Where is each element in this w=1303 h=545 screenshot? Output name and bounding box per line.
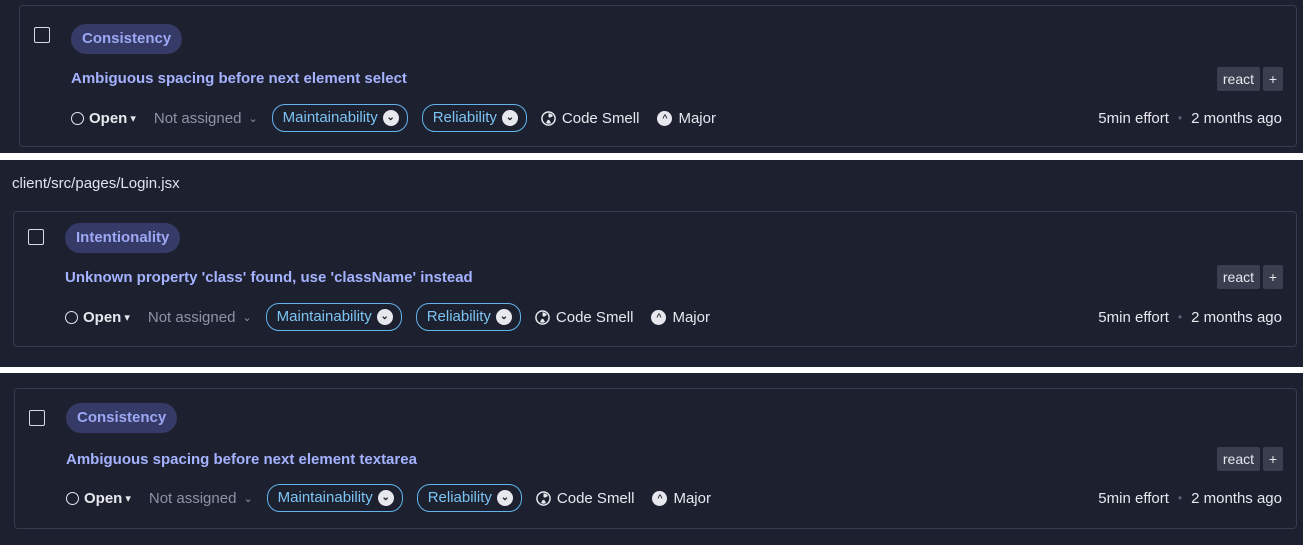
effort-label: 5min effort xyxy=(1098,489,1169,507)
quality-maintainability-badge[interactable]: Maintainability ⌄ xyxy=(271,104,408,132)
open-circle-icon xyxy=(65,310,78,324)
separator-dot: • xyxy=(1177,111,1183,125)
issue-type: Code Smell xyxy=(541,109,640,127)
issue-card: Intentionality Unknown property 'class' … xyxy=(13,211,1297,347)
tags-group: react + xyxy=(1216,447,1283,471)
issue-title-link[interactable]: Ambiguous spacing before next element te… xyxy=(66,451,417,468)
clean-code-category-badge: Intentionality xyxy=(65,223,181,253)
issue-age-label: 2 months ago xyxy=(1191,308,1282,326)
quality-label: Reliability xyxy=(432,109,497,126)
issue-severity: ^ Major xyxy=(652,490,711,507)
issue-type-label: Code Smell xyxy=(556,489,635,507)
assignee-dropdown[interactable]: Not assigned ⌄ xyxy=(148,309,252,326)
issue-severity: ^ Major xyxy=(657,110,716,127)
status-dropdown[interactable]: Open ▾ xyxy=(65,309,130,326)
chevron-down-icon: ⌄ xyxy=(242,311,252,324)
issue-checkbox[interactable] xyxy=(28,229,44,245)
separator-dot: • xyxy=(1177,310,1183,324)
quality-reliability-badge[interactable]: Reliability ⌄ xyxy=(416,484,522,512)
issue-type-label: Code Smell xyxy=(561,109,640,127)
chevron-down-icon: ▾ xyxy=(130,112,136,125)
tag-react[interactable]: react xyxy=(1216,265,1260,289)
issue-title-link[interactable]: Ambiguous spacing before next element se… xyxy=(71,70,407,87)
effort-label: 5min effort xyxy=(1098,109,1169,127)
chevron-down-icon: ⌄ xyxy=(243,492,253,505)
code-smell-icon xyxy=(536,490,551,506)
issue-title-link[interactable]: Unknown property 'class' found, use 'cla… xyxy=(65,269,473,286)
status-label: Open xyxy=(89,109,128,127)
clean-code-category-badge: Consistency xyxy=(71,24,183,54)
assignee-dropdown[interactable]: Not assigned ⌄ xyxy=(149,490,253,507)
chevron-down-icon: ▾ xyxy=(124,311,130,324)
tags-group: react + xyxy=(1216,265,1283,289)
status-dropdown[interactable]: Open ▾ xyxy=(71,110,136,127)
assignee-dropdown[interactable]: Not assigned ⌄ xyxy=(154,110,258,127)
issue-checkbox[interactable] xyxy=(29,410,45,426)
issue-severity: ^ Major xyxy=(651,309,710,326)
add-tag-button[interactable]: + xyxy=(1263,265,1283,289)
assignee-label: Not assigned xyxy=(148,489,237,507)
status-label: Open xyxy=(83,308,122,326)
code-smell-icon xyxy=(535,309,550,325)
chevron-down-circle-icon: ⌄ xyxy=(495,309,512,325)
issue-age-label: 2 months ago xyxy=(1191,109,1282,127)
quality-label: Reliability xyxy=(427,489,492,506)
assignee-label: Not assigned xyxy=(147,308,236,326)
tags-group: react + xyxy=(1216,67,1283,91)
quality-label: Reliability xyxy=(426,308,491,325)
add-tag-button[interactable]: + xyxy=(1263,67,1283,91)
issue-meta-row: Open ▾ Not assigned ⌄ Maintainability ⌄ … xyxy=(66,483,711,513)
issue-age-label: 2 months ago xyxy=(1191,489,1282,507)
clean-code-category-badge: Consistency xyxy=(66,403,178,433)
effort-label: 5min effort xyxy=(1098,308,1169,326)
issue-meta-row: Open ▾ Not assigned ⌄ Maintainability ⌄ … xyxy=(71,103,716,133)
issue-effort-info: 5min effort • 2 months ago xyxy=(1098,103,1282,133)
major-severity-icon: ^ xyxy=(651,309,667,325)
issue-type-label: Code Smell xyxy=(555,308,634,326)
open-circle-icon xyxy=(71,111,84,125)
issue-type: Code Smell xyxy=(535,308,634,326)
file-path-header: client/src/pages/Login.jsx xyxy=(12,175,180,192)
issue-effort-info: 5min effort • 2 months ago xyxy=(1098,302,1282,332)
add-tag-button[interactable]: + xyxy=(1263,447,1283,471)
issue-meta-row: Open ▾ Not assigned ⌄ Maintainability ⌄ … xyxy=(65,302,710,332)
issue-checkbox[interactable] xyxy=(34,27,50,43)
issue-card: Consistency Ambiguous spacing before nex… xyxy=(14,388,1297,529)
quality-label: Maintainability xyxy=(282,109,378,126)
chevron-down-circle-icon: ⌄ xyxy=(377,490,394,506)
chevron-down-circle-icon: ⌄ xyxy=(382,110,399,126)
issue-type: Code Smell xyxy=(536,489,635,507)
severity-label: Major xyxy=(673,489,711,507)
severity-label: Major xyxy=(678,109,716,127)
quality-reliability-badge[interactable]: Reliability ⌄ xyxy=(415,303,521,331)
assignee-label: Not assigned xyxy=(153,109,242,127)
open-circle-icon xyxy=(66,491,79,505)
status-label: Open xyxy=(84,489,123,507)
quality-maintainability-badge[interactable]: Maintainability ⌄ xyxy=(265,303,402,331)
quality-maintainability-badge[interactable]: Maintainability ⌄ xyxy=(266,484,403,512)
quality-reliability-badge[interactable]: Reliability ⌄ xyxy=(421,104,527,132)
quality-label: Maintainability xyxy=(276,308,372,325)
chevron-down-circle-icon: ⌄ xyxy=(501,110,518,126)
tag-react[interactable]: react xyxy=(1216,67,1260,91)
chevron-down-circle-icon: ⌄ xyxy=(496,490,513,506)
chevron-down-icon: ⌄ xyxy=(248,112,258,125)
code-smell-icon xyxy=(541,110,556,126)
issue-card: Consistency Ambiguous spacing before nex… xyxy=(19,5,1297,147)
quality-label: Maintainability xyxy=(277,489,373,506)
severity-label: Major xyxy=(672,308,710,326)
major-severity-icon: ^ xyxy=(652,490,668,506)
chevron-down-circle-icon: ⌄ xyxy=(376,309,393,325)
status-dropdown[interactable]: Open ▾ xyxy=(66,490,131,507)
tag-react[interactable]: react xyxy=(1216,447,1260,471)
issue-effort-info: 5min effort • 2 months ago xyxy=(1098,483,1282,513)
separator-dot: • xyxy=(1177,491,1183,505)
chevron-down-icon: ▾ xyxy=(125,492,131,505)
major-severity-icon: ^ xyxy=(657,110,673,126)
